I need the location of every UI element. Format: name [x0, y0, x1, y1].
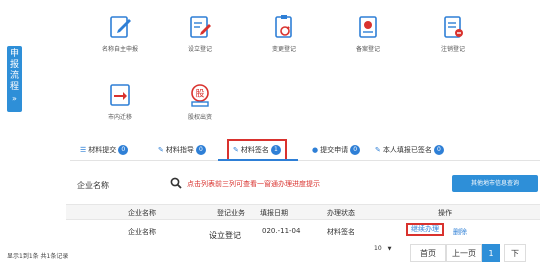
edit-icon: ✎ — [158, 146, 164, 154]
tab-count-badge: 0 — [433, 145, 444, 155]
cancel-document-icon — [444, 16, 463, 38]
progress-hint: 点击列表前三列可查看一窗通办理进度提示 — [187, 180, 320, 188]
tab-label: 提交申请 — [320, 146, 349, 154]
page-size-value: 10 — [374, 245, 382, 252]
service-label: 备案登记 — [355, 46, 380, 53]
cell-date[interactable]: 020.-11-04 — [262, 227, 300, 235]
tab-label: 材料签名 — [240, 146, 269, 154]
next-page-button[interactable]: 下 — [504, 244, 526, 262]
edit-icon: ✎ — [375, 146, 381, 154]
pen-document-icon — [110, 16, 131, 38]
delete-link[interactable]: 删除 — [453, 227, 467, 237]
service-label: 市内迁移 — [107, 114, 132, 121]
other-city-query-button[interactable]: 其他地市信息查询 — [452, 175, 538, 192]
stock-seal-icon: 股 — [191, 84, 209, 107]
service-equity-contribution[interactable]: 股 股权出资 — [170, 82, 230, 121]
record-summary: 显示1到1条 共1条记录 — [7, 253, 69, 260]
expand-icon: » — [12, 94, 17, 103]
tab-material-guidance[interactable]: ✎ 材料指导 0 — [158, 142, 206, 158]
transfer-icon — [110, 84, 130, 106]
tab-label: 材料指导 — [165, 146, 194, 154]
service-label: 设立登记 — [187, 46, 212, 53]
edit-document-icon — [190, 16, 211, 38]
service-change[interactable]: 变更登记 — [254, 14, 314, 53]
certificate-icon — [359, 16, 377, 38]
column-header: 办理状态 — [327, 209, 355, 217]
prev-page-button[interactable]: 上一页 — [446, 244, 482, 262]
continue-button[interactable]: 继续办理 — [406, 223, 444, 236]
cell-business[interactable]: 设立登记 — [209, 230, 241, 241]
active-tab-indicator — [218, 159, 298, 161]
chevron-down-icon: ▼ — [387, 246, 392, 252]
tab-count-badge: 1 — [270, 145, 281, 155]
service-cancellation[interactable]: 注销登记 — [423, 14, 483, 53]
side-tab-char: 申 — [9, 49, 19, 59]
tab-submit-application[interactable]: ● 提交申请 0 — [312, 142, 361, 158]
side-tab-char: 报 — [9, 60, 19, 70]
tab-label: 材料提交 — [88, 146, 117, 154]
tab-material-signature[interactable]: ✎ 材料签名 1 — [227, 139, 287, 161]
current-page-button[interactable]: 1 — [482, 244, 500, 262]
column-header: 填报日期 — [260, 209, 288, 217]
tab-count-badge: 0 — [118, 145, 129, 155]
edit-icon: ✎ — [233, 146, 239, 154]
dot-icon: ● — [312, 146, 319, 154]
refresh-document-icon — [275, 15, 292, 38]
tab-count-badge: 0 — [195, 145, 206, 155]
search-icon[interactable] — [170, 177, 182, 189]
service-filing[interactable]: 备案登记 — [338, 14, 398, 53]
tab-self-signed[interactable]: ✎ 本人填报已签名 0 — [375, 142, 444, 158]
cell-company-name[interactable]: 企业名称 — [128, 227, 156, 237]
svg-text:股: 股 — [195, 89, 204, 100]
column-header: 登记业务 — [217, 209, 245, 217]
process-side-tab[interactable]: 申 报 流 程 » — [7, 46, 22, 112]
service-relocation[interactable]: 市内迁移 — [90, 82, 150, 121]
tab-count-badge: 0 — [350, 145, 361, 155]
first-page-button[interactable]: 首页 — [410, 244, 446, 262]
side-tab-char: 流 — [9, 71, 19, 81]
column-header: 企业名称 — [128, 209, 156, 217]
tab-divider — [70, 160, 540, 161]
tab-material-submit[interactable]: ☰ 材料提交 0 — [80, 142, 129, 158]
service-label: 注销登记 — [440, 46, 465, 53]
service-name-declaration[interactable]: 名称自主申报 — [90, 14, 150, 53]
search-label: 企业名称 — [77, 181, 109, 190]
tab-label: 本人填报已签名 — [382, 146, 432, 154]
service-label: 名称自主申报 — [101, 46, 138, 53]
cell-status: 材料签名 — [327, 228, 355, 236]
service-label: 股权出资 — [187, 114, 212, 121]
side-tab-char: 程 — [9, 82, 19, 92]
service-label: 变更登记 — [271, 46, 296, 53]
list-icon: ☰ — [80, 146, 87, 154]
page-size-select[interactable]: 10 ▼ — [374, 245, 404, 259]
column-header: 操作 — [438, 209, 452, 217]
service-establishment[interactable]: 设立登记 — [170, 14, 230, 53]
